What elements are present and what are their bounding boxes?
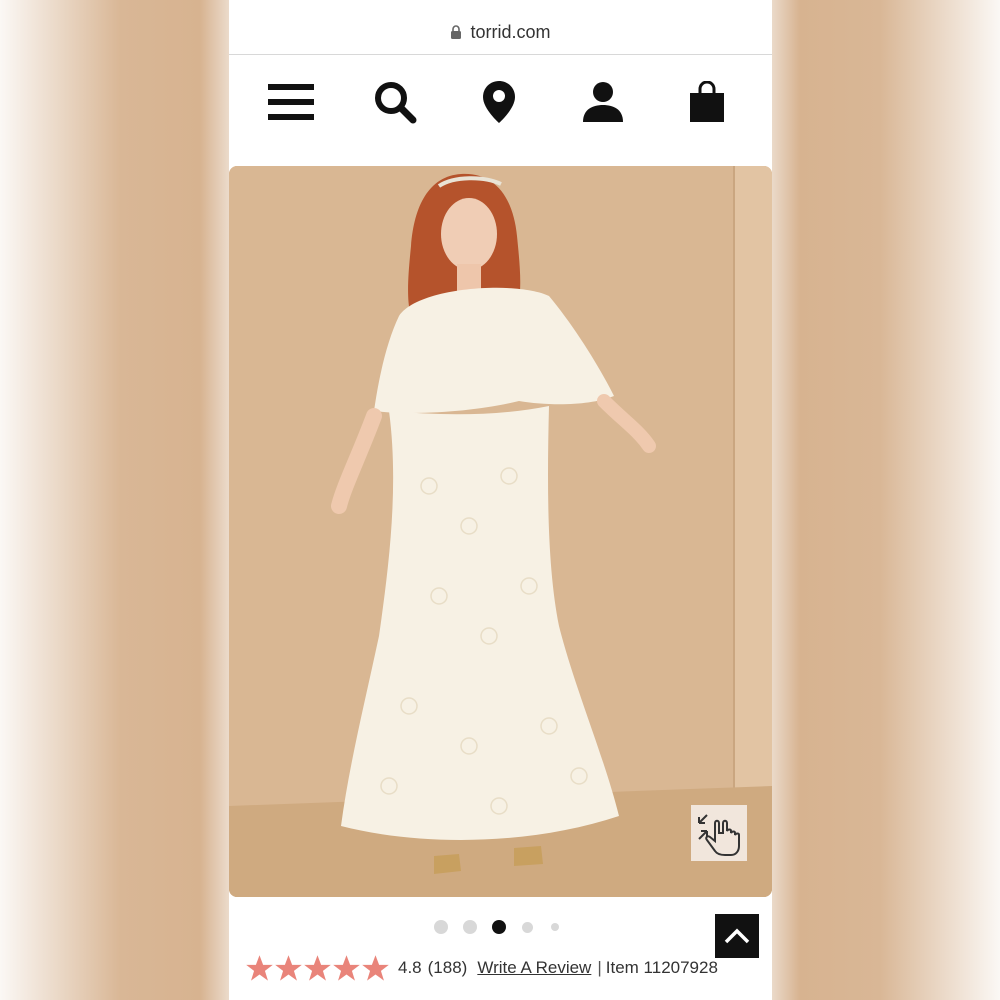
separator: | — [597, 958, 602, 977]
location-pin-icon — [483, 81, 515, 123]
product-photo — [229, 166, 772, 897]
rating-value: 4.8 — [398, 958, 422, 977]
store-locator-button[interactable] — [467, 70, 531, 134]
write-review-link[interactable]: Write A Review — [477, 958, 591, 978]
star-rating — [245, 954, 390, 983]
address-bar[interactable]: torrid.com — [229, 14, 772, 50]
star-icon — [246, 954, 273, 981]
gallery-dot[interactable] — [434, 920, 448, 934]
item-number: Item 11207928 — [605, 958, 718, 977]
menu-icon — [268, 84, 314, 120]
status-bar — [289, 0, 719, 4]
product-image[interactable] — [229, 166, 772, 897]
shopping-bag-icon — [690, 81, 724, 122]
gallery-dot[interactable] — [522, 922, 533, 933]
search-button[interactable] — [363, 70, 427, 134]
rating-row: 4.8 (188) Write A Review | Item 11207928 — [245, 950, 765, 986]
tap-to-zoom-icon — [698, 814, 740, 856]
account-icon — [583, 82, 623, 122]
gallery-pagination — [229, 919, 772, 935]
menu-button[interactable] — [259, 70, 323, 134]
gallery-dot[interactable] — [463, 920, 477, 934]
zoom-button[interactable] — [691, 805, 747, 861]
account-button[interactable] — [571, 70, 635, 134]
search-icon — [375, 82, 417, 124]
header-divider — [229, 54, 772, 55]
url-text: torrid.com — [470, 21, 551, 42]
chevron-up-icon — [724, 928, 750, 944]
star-icon — [333, 954, 360, 981]
star-icon — [362, 954, 389, 981]
star-icon — [275, 954, 302, 981]
cart-button[interactable] — [675, 70, 739, 134]
gallery-dot-active[interactable] — [492, 920, 506, 934]
review-count[interactable]: (188) — [428, 958, 468, 978]
phone-screen: torrid.com 4.8 (188) Write A Review | It… — [229, 0, 772, 1000]
star-icon — [304, 954, 331, 981]
gallery-dot[interactable] — [551, 923, 559, 931]
site-nav — [229, 70, 772, 134]
lock-icon — [451, 25, 462, 39]
